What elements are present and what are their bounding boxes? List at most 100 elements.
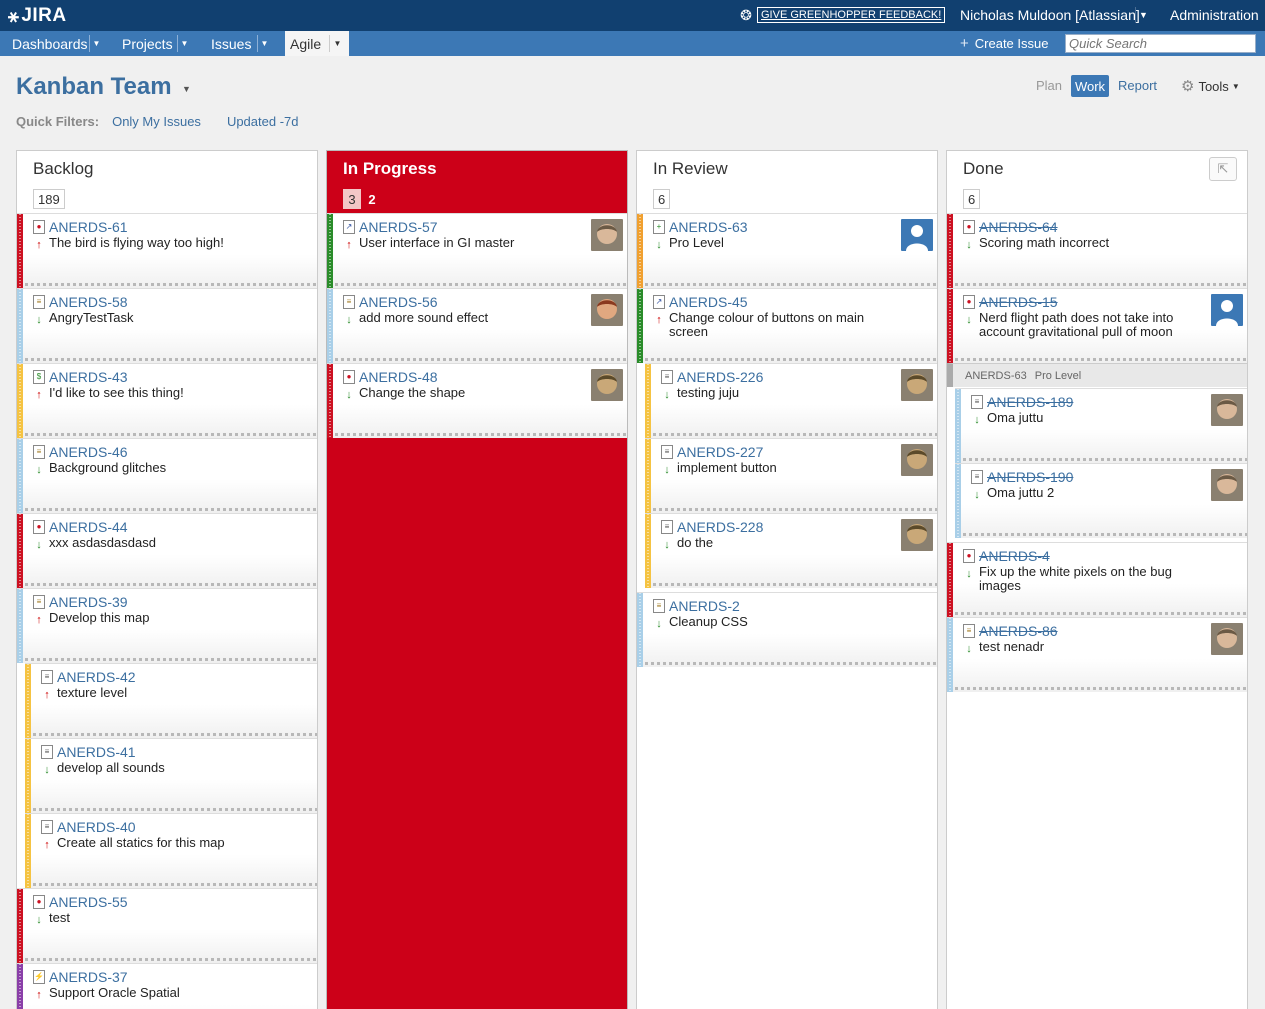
issue-card[interactable]: ≡ ANERDS-226 ↓ testing juju (645, 363, 937, 438)
expand-column-icon[interactable]: ⇱ (1209, 157, 1237, 181)
mode-plan[interactable]: Plan (1036, 78, 1062, 93)
issue-key-link[interactable]: ANERDS-37 (49, 969, 128, 985)
nav-issues[interactable]: Issues (211, 31, 251, 56)
user-menu[interactable]: Nicholas Muldoon [Atlassian] (960, 7, 1140, 23)
issue-card[interactable]: ≡ ANERDS-190 ↓ Oma juttu 2 (955, 463, 1247, 538)
issue-key-link[interactable]: ANERDS-55 (49, 894, 128, 910)
nav-dashboards[interactable]: Dashboards (12, 31, 88, 56)
issue-key-link[interactable]: ANERDS-58 (49, 294, 128, 310)
avatar[interactable] (591, 219, 623, 251)
board-title[interactable]: Kanban Team (16, 73, 172, 101)
issue-card[interactable]: + ANERDS-63 ↓ Pro Level (637, 213, 937, 288)
issue-key-link[interactable]: ANERDS-43 (49, 369, 128, 385)
issue-card[interactable]: ● ANERDS-4 ↓ Fix up the white pixels on the… (947, 542, 1247, 617)
issue-card[interactable]: ≡ ANERDS-228 ↓ do the (645, 513, 937, 588)
issue-summary: Create all statics for this map (57, 835, 225, 850)
issue-key-link[interactable]: ANERDS-48 (359, 369, 438, 385)
quick-search-input[interactable] (1065, 34, 1256, 53)
issue-type-icon: ≡ (41, 670, 53, 684)
mode-work[interactable]: Work (1071, 75, 1109, 97)
issue-key-link[interactable]: ANERDS-4 (979, 548, 1050, 564)
avatar[interactable] (1211, 623, 1243, 655)
issue-card[interactable]: $ ANERDS-43 ↑ I'd like to see this thing! (17, 363, 317, 438)
dashboards-chevron-down-icon[interactable]: ▼ (89, 35, 103, 52)
issues-chevron-down-icon[interactable]: ▼ (257, 35, 271, 52)
user-menu-chevron-down-icon[interactable]: ▼ (1135, 7, 1151, 23)
avatar[interactable] (591, 294, 623, 326)
card-divider (955, 612, 1247, 615)
issue-key-link[interactable]: ANERDS-45 (669, 294, 748, 310)
issue-card[interactable]: ↗ ANERDS-57 ↑ User interface in GI master (327, 213, 627, 288)
issue-key-link[interactable]: ANERDS-64 (979, 219, 1058, 235)
parent-issue-row[interactable]: ANERDS-63 Pro Level (947, 363, 1247, 387)
issue-card[interactable]: ● ANERDS-55 ↓ test (17, 888, 317, 963)
feedback-button[interactable]: GIVE GREENHOPPER FEEDBACK! (757, 7, 946, 23)
issue-count-badge: 189 (33, 189, 65, 209)
projects-chevron-down-icon[interactable]: ▼ (177, 35, 191, 52)
issue-card[interactable]: ≡ ANERDS-39 ↑ Develop this map (17, 588, 317, 663)
issue-key-link[interactable]: ANERDS-189 (987, 394, 1073, 410)
default-avatar-icon[interactable] (901, 219, 933, 251)
issue-card[interactable]: ≡ ANERDS-86 ↓ test nenadr (947, 617, 1247, 692)
issue-card[interactable]: ● ANERDS-48 ↓ Change the shape (327, 363, 627, 438)
agile-chevron-down-icon[interactable]: ▼ (329, 35, 345, 52)
avatar[interactable] (901, 519, 933, 551)
issue-card[interactable]: ≡ ANERDS-46 ↓ Background glitches (17, 438, 317, 513)
issue-card[interactable]: ● ANERDS-15 ↓ Nerd flight path does not tak… (947, 288, 1247, 363)
issue-card[interactable]: ≡ ANERDS-56 ↓ add more sound effect (327, 288, 627, 363)
issue-card[interactable]: ↗ ANERDS-45 ↑ Change colour of buttons on m… (637, 288, 937, 363)
avatar[interactable] (901, 444, 933, 476)
issue-card[interactable]: ≡ ANERDS-227 ↓ implement button (645, 438, 937, 513)
mode-report[interactable]: Report (1118, 78, 1157, 93)
issue-key-link[interactable]: ANERDS-56 (359, 294, 438, 310)
issue-key-link[interactable]: ANERDS-190 (987, 469, 1073, 485)
jira-logo[interactable]: ⚹ JIRA (8, 5, 67, 27)
issue-card[interactable]: ● ANERDS-64 ↓ Scoring math incorrect (947, 213, 1247, 288)
board-title-chevron-down-icon[interactable]: ▼ (182, 84, 191, 94)
issue-summary: The bird is flying way too high! (49, 235, 224, 250)
issue-key-link[interactable]: ANERDS-63 (669, 219, 748, 235)
issue-key-link[interactable]: ANERDS-44 (49, 519, 128, 535)
issue-key-link[interactable]: ANERDS-2 (669, 598, 740, 614)
avatar[interactable] (1211, 394, 1243, 426)
filter-updated-recently[interactable]: Updated -7d (227, 114, 299, 129)
issue-summary: test (49, 910, 70, 925)
create-issue-button[interactable]: + Create Issue (960, 31, 1048, 56)
issue-key-link[interactable]: ANERDS-40 (57, 819, 136, 835)
issue-key-link[interactable]: ANERDS-86 (979, 623, 1058, 639)
issue-key-link[interactable]: ANERDS-61 (49, 219, 128, 235)
issue-key-link[interactable]: ANERDS-228 (677, 519, 763, 535)
avatar[interactable] (901, 369, 933, 401)
issue-card[interactable]: ≡ ANERDS-41 ↓ develop all sounds (25, 738, 317, 813)
nav-projects[interactable]: Projects (122, 31, 173, 56)
issue-key-link[interactable]: ANERDS-57 (359, 219, 438, 235)
issue-card[interactable]: ≡ ANERDS-2 ↓ Cleanup CSS (637, 592, 937, 667)
issue-card[interactable]: ≡ ANERDS-189 ↓ Oma juttu (955, 388, 1247, 463)
issue-card[interactable]: ≡ ANERDS-42 ↑ texture level (25, 663, 317, 738)
issue-key-link[interactable]: ANERDS-46 (49, 444, 128, 460)
quick-filters: Quick Filters: Only My Issues Updated -7… (16, 114, 299, 129)
issue-key-link[interactable]: ANERDS-39 (49, 594, 128, 610)
administration-link[interactable]: Administration (1170, 7, 1259, 23)
issue-key-link[interactable]: ANERDS-227 (677, 444, 763, 460)
default-avatar-icon[interactable] (1211, 294, 1243, 326)
issue-key-link[interactable]: ANERDS-41 (57, 744, 136, 760)
card-divider (645, 358, 937, 361)
issue-key-link[interactable]: ANERDS-226 (677, 369, 763, 385)
issue-card[interactable]: ≡ ANERDS-58 ↓ AngryTestTask (17, 288, 317, 363)
issue-type-icon: ● (33, 220, 45, 234)
issue-key-link[interactable]: ANERDS-42 (57, 669, 136, 685)
avatar[interactable] (591, 369, 623, 401)
column-header: Backlog 189 (17, 151, 317, 214)
issue-card[interactable]: ≡ ANERDS-40 ↑ Create all statics for this m… (25, 813, 317, 888)
issue-status-stripe (17, 214, 23, 288)
parent-issue-key[interactable]: ANERDS-63 (965, 370, 1027, 382)
issue-card[interactable]: ● ANERDS-44 ↓ xxx asdasdasdasd (17, 513, 317, 588)
issue-status-stripe (327, 289, 333, 363)
issue-card[interactable]: ⚡ ANERDS-37 ↑ Support Oracle Spatial (17, 963, 317, 1009)
filter-only-my-issues[interactable]: Only My Issues (112, 114, 201, 129)
issue-key-link[interactable]: ANERDS-15 (979, 294, 1058, 310)
issue-card[interactable]: ● ANERDS-61 ↑ The bird is flying way too hi… (17, 213, 317, 288)
tools-menu[interactable]: ⚙ Tools ▼ (1181, 77, 1240, 95)
avatar[interactable] (1211, 469, 1243, 501)
